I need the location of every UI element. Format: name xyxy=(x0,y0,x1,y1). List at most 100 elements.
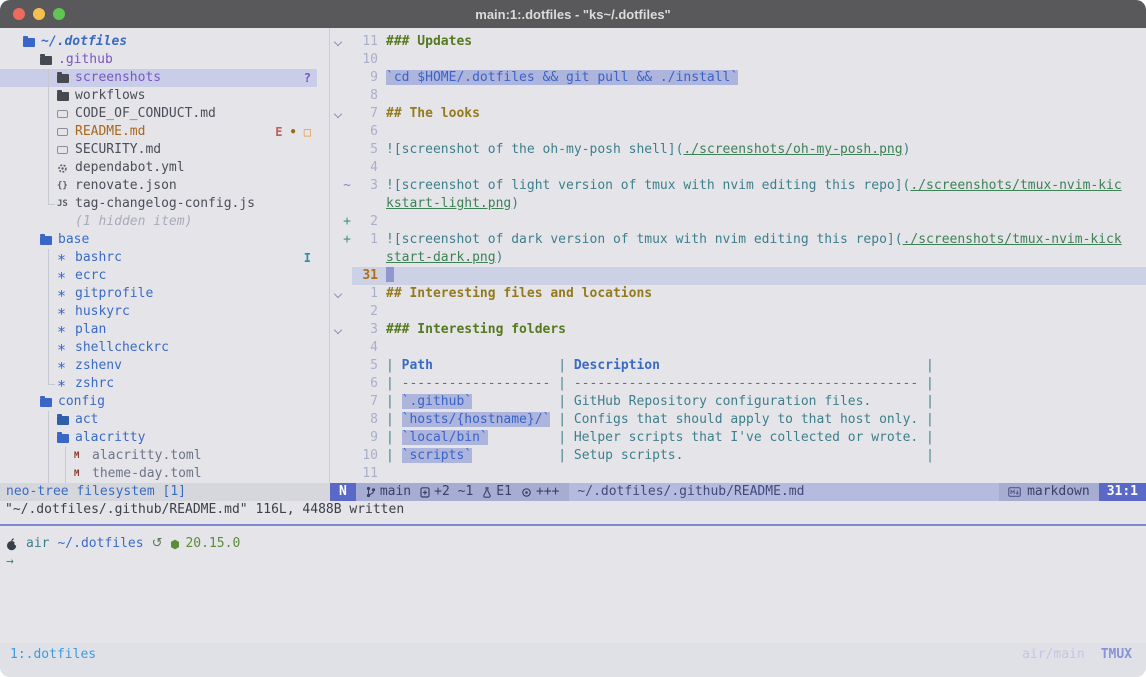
line-number: 3 xyxy=(352,177,378,195)
indent-guide xyxy=(6,51,23,69)
indent-guide xyxy=(6,447,23,465)
fold-chevron-icon[interactable] xyxy=(333,110,341,118)
editor-line[interactable]: 2 xyxy=(330,303,1146,321)
line-number: 8 xyxy=(352,411,378,429)
tree-item-label: alacritty xyxy=(75,429,145,447)
folder-icon xyxy=(57,74,69,83)
syntax-pipe: | xyxy=(550,358,573,373)
syntax-alt: ) xyxy=(511,196,519,211)
indent-guide xyxy=(23,123,40,141)
tree-item-1-hidden-item[interactable]: (1 hidden item) xyxy=(0,213,317,231)
sign-column xyxy=(342,303,352,321)
tree-item-zshenv[interactable]: *zshenv xyxy=(0,357,317,375)
tree-item-gitprofile[interactable]: *gitprofile xyxy=(0,285,317,303)
editor-line[interactable]: 7## The looks xyxy=(330,105,1146,123)
editor-line[interactable]: 8 xyxy=(330,87,1146,105)
tree-item-base[interactable]: base xyxy=(0,231,317,249)
tree-item-bashrc[interactable]: *bashrcI xyxy=(0,249,317,267)
fold-chevron-icon[interactable] xyxy=(333,326,341,334)
indent-guide xyxy=(23,69,40,87)
fold-column xyxy=(330,231,342,249)
sign-column xyxy=(342,321,352,339)
editor-line[interactable]: 1## Interesting files and locations xyxy=(330,285,1146,303)
fold-column xyxy=(330,411,342,429)
tmux-window-name[interactable]: 1:.dotfiles xyxy=(10,646,96,677)
shell-pane[interactable]: air ~/.dotfiles ↺ 20.15.0 → xyxy=(0,524,1146,634)
nvim-panes: ~/.dotfiles.githubscreenshots?workflowsC… xyxy=(0,28,1146,483)
tree-item-dependabot-yml[interactable]: dependabot.yml xyxy=(0,159,317,177)
line-number: 6 xyxy=(352,123,378,141)
tree-item-alacritty[interactable]: alacritty xyxy=(0,429,317,447)
syntax-alt: ![screenshot of the oh-my-posh shell]( xyxy=(386,142,683,157)
tree-item-github[interactable]: .github xyxy=(0,51,317,69)
tree-item-zshrc[interactable]: *zshrc xyxy=(0,375,317,393)
tree-item-code-of-conduct-md[interactable]: CODE_OF_CONDUCT.md xyxy=(0,105,317,123)
syntax-pipe: | xyxy=(918,394,934,409)
editor-line[interactable]: 6 xyxy=(330,123,1146,141)
editor-line[interactable]: +1![screenshot of dark version of tmux w… xyxy=(330,231,1146,249)
editor-line[interactable]: 3### Interesting folders xyxy=(330,321,1146,339)
syntax-th: Path xyxy=(402,358,433,373)
buffer-icon xyxy=(420,487,430,498)
editor-buffer[interactable]: 11### Updates109`cd $HOME/.dotfiles && g… xyxy=(330,28,1146,483)
folder-icon xyxy=(57,92,69,101)
editor-line[interactable]: 5| Path | Description | xyxy=(330,357,1146,375)
editor-line-wrap[interactable]: kstart-light.png) xyxy=(330,195,1146,213)
tree-item-act[interactable]: act xyxy=(0,411,317,429)
editor-line[interactable]: 10 xyxy=(330,51,1146,69)
tree-item-readme-md[interactable]: README.mdE•□ xyxy=(0,123,317,141)
tree-item-label: act xyxy=(75,411,98,429)
tree-item-dotfiles[interactable]: ~/.dotfiles xyxy=(0,33,317,51)
editor-line[interactable]: 4 xyxy=(330,339,1146,357)
editor-line-wrap[interactable]: start-dark.png) xyxy=(330,249,1146,267)
tree-item-label: zshenv xyxy=(75,357,122,375)
editor-line[interactable]: 9| `local/bin` | Helper scripts that I'v… xyxy=(330,429,1146,447)
editor-line[interactable]: 6| ------------------- | ---------------… xyxy=(330,375,1146,393)
syntax-pipe: | xyxy=(550,412,573,427)
syntax-plain xyxy=(488,430,551,445)
neotree-sidebar[interactable]: ~/.dotfiles.githubscreenshots?workflowsC… xyxy=(0,28,330,483)
fold-column xyxy=(330,51,342,69)
fold-chevron-icon[interactable] xyxy=(333,290,341,298)
markdown-file-icon xyxy=(1008,487,1021,497)
diagnostics-count: E1 xyxy=(496,483,512,501)
tree-item-plan[interactable]: *plan xyxy=(0,321,317,339)
editor-line[interactable]: 9`cd $HOME/.dotfiles && git pull && ./in… xyxy=(330,69,1146,87)
line-number xyxy=(352,249,378,267)
apple-icon xyxy=(6,538,18,551)
editor-line[interactable]: 11 xyxy=(330,465,1146,483)
prompt-arrow[interactable]: → xyxy=(6,553,1146,571)
tree-item-label: alacritty.toml xyxy=(92,447,202,465)
indent-guide xyxy=(40,141,57,159)
sign-column xyxy=(342,159,352,177)
fold-column xyxy=(330,33,342,51)
indent-guide xyxy=(6,375,23,393)
editor-line[interactable]: +2 xyxy=(330,213,1146,231)
tree-item-tag-changelog-config-js[interactable]: JStag-changelog-config.js xyxy=(0,195,317,213)
fold-chevron-icon[interactable] xyxy=(333,38,341,46)
markdown-file-icon xyxy=(57,110,68,118)
line-text xyxy=(378,159,1146,177)
editor-line[interactable]: 31 xyxy=(330,267,1146,285)
editor-line[interactable]: 5![screenshot of the oh-my-posh shell](.… xyxy=(330,141,1146,159)
tree-item-shellcheckrc[interactable]: *shellcheckrc xyxy=(0,339,317,357)
tree-item-screenshots[interactable]: screenshots? xyxy=(0,69,317,87)
line-text: | Path | Description | xyxy=(378,357,1146,375)
editor-line[interactable]: 7| `.github` | GitHub Repository configu… xyxy=(330,393,1146,411)
editor-line[interactable]: 10| `scripts` | Setup scripts. | xyxy=(330,447,1146,465)
tree-item-alacritty-toml[interactable]: Malacritty.toml xyxy=(0,447,317,465)
editor-line[interactable]: ~3![screenshot of light version of tmux … xyxy=(330,177,1146,195)
tree-item-security-md[interactable]: SECURITY.md xyxy=(0,141,317,159)
tree-item-theme-day-toml[interactable]: Mtheme-day.toml xyxy=(0,465,317,483)
editor-line[interactable]: 11### Updates xyxy=(330,33,1146,51)
line-number xyxy=(352,195,378,213)
tree-item-ecrc[interactable]: *ecrc xyxy=(0,267,317,285)
editor-line[interactable]: 4 xyxy=(330,159,1146,177)
sign-column xyxy=(342,33,352,51)
tree-item-renovate-json[interactable]: {}renovate.json xyxy=(0,177,317,195)
tree-item-huskyrc[interactable]: *huskyrc xyxy=(0,303,317,321)
tree-item-workflows[interactable]: workflows xyxy=(0,87,317,105)
editor-line[interactable]: 8| `hosts/{hostname}/` | Configs that sh… xyxy=(330,411,1146,429)
tree-item-config[interactable]: config xyxy=(0,393,317,411)
indent-guide xyxy=(6,339,23,357)
